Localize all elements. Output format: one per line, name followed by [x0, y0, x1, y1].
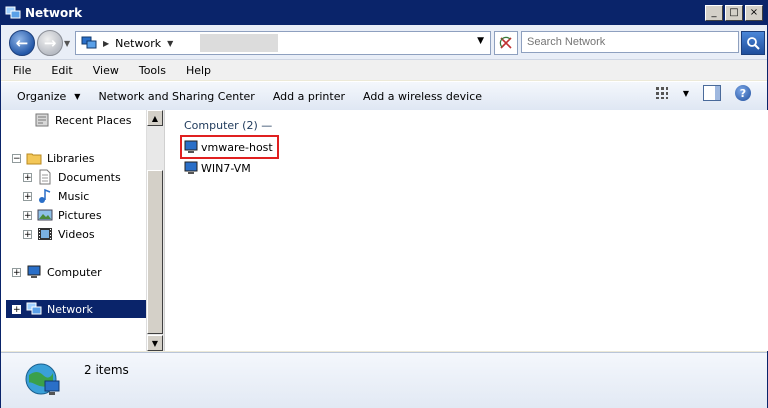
tree-item-libraries[interactable]: − Libraries	[12, 149, 95, 167]
tree-label: Documents	[58, 170, 121, 184]
tree-label: Recent Places	[55, 113, 132, 127]
computer-icon	[184, 161, 198, 174]
add-printer-button[interactable]: Add a printer	[264, 90, 354, 103]
tree-item-pictures[interactable]: + Pictures	[23, 206, 102, 224]
expand-icon[interactable]: +	[12, 267, 21, 277]
network-icon	[81, 36, 97, 49]
network-icon	[5, 6, 21, 19]
scroll-down-icon[interactable]: ▼	[147, 335, 163, 351]
pictures-icon	[37, 209, 53, 221]
tree-item-recent-places[interactable]: Recent Places	[34, 111, 132, 129]
tree-label: Pictures	[58, 208, 102, 222]
navigation-pane: Recent Places − Libraries + Documents + …	[1, 110, 146, 351]
videos-icon	[38, 228, 52, 240]
breadcrumb-network[interactable]: Network	[115, 37, 161, 50]
computer-icon	[27, 265, 41, 278]
list-item-win7-vm[interactable]: WIN7-VM	[183, 159, 251, 177]
organize-label: Organize	[17, 89, 67, 103]
recent-places-icon	[35, 113, 49, 127]
expand-icon[interactable]: +	[23, 210, 32, 220]
address-empty-area[interactable]	[200, 34, 278, 52]
expand-icon[interactable]: +	[23, 229, 32, 239]
help-icon[interactable]: ?	[735, 85, 751, 101]
computer-icon	[184, 140, 198, 153]
search-icon	[747, 37, 760, 50]
expand-icon[interactable]: +	[12, 304, 21, 314]
tree-item-documents[interactable]: + Documents	[23, 168, 121, 186]
music-icon	[39, 188, 51, 203]
tree-label: Libraries	[47, 151, 95, 165]
menu-help[interactable]: Help	[174, 64, 219, 77]
tree-label: Computer	[47, 265, 102, 279]
search-input[interactable]	[521, 31, 739, 53]
documents-icon	[39, 169, 51, 185]
breadcrumb-separator-icon[interactable]: ▶	[103, 39, 109, 48]
tree-item-music[interactable]: + Music	[23, 187, 89, 205]
item-label: WIN7-VM	[201, 161, 251, 175]
address-bar[interactable]: ▶ Network ▼ ▼	[75, 31, 491, 55]
menu-view[interactable]: View	[81, 64, 127, 77]
scroll-up-icon[interactable]: ▲	[147, 110, 163, 126]
tree-item-computer[interactable]: + Computer	[12, 263, 102, 281]
explorer-window: Network _ □ × ← → ▼ ▶ Network ▼ ▼ Search…	[0, 0, 768, 408]
network-icon	[26, 302, 42, 315]
group-header-computer[interactable]: Computer (2) —	[184, 119, 272, 132]
address-row: ← → ▼ ▶ Network ▼ ▼	[1, 25, 767, 60]
list-item-vmware-host[interactable]: vmware-host	[180, 135, 279, 159]
scroll-thumb[interactable]	[147, 170, 163, 334]
recent-pages-dropdown-icon[interactable]: ▼	[64, 39, 70, 48]
collapse-icon[interactable]: −	[12, 153, 21, 163]
details-pane: 2 items	[1, 352, 767, 408]
preview-pane-icon[interactable]	[703, 85, 721, 101]
back-arrow-icon: ←	[15, 34, 29, 52]
breadcrumb-separator-icon[interactable]: ▼	[167, 39, 173, 48]
menu-file[interactable]: File	[1, 64, 39, 77]
content-pane: Computer (2) — vmware-host WIN7-VM	[164, 110, 768, 351]
expand-icon[interactable]: +	[23, 191, 32, 201]
forward-arrow-icon: →	[43, 34, 57, 52]
organize-button[interactable]: Organize ▼	[1, 90, 89, 103]
refresh-button[interactable]	[494, 31, 518, 55]
nav-scrollbar[interactable]: ▲ ▼	[146, 110, 164, 351]
network-sharing-center-button[interactable]: Network and Sharing Center	[89, 90, 263, 103]
back-button[interactable]: ←	[9, 30, 35, 56]
chevron-down-icon: ▼	[74, 91, 81, 101]
address-dropdown-icon[interactable]: ▼	[477, 36, 484, 46]
tree-label: Music	[58, 189, 90, 203]
search-button[interactable]	[741, 31, 765, 55]
add-wireless-device-button[interactable]: Add a wireless device	[354, 90, 491, 103]
tree-item-videos[interactable]: + Videos	[23, 225, 95, 243]
forward-button[interactable]: →	[37, 30, 63, 56]
views-dropdown-icon[interactable]: ▼	[683, 89, 689, 98]
refresh-icon	[499, 36, 512, 49]
tree-label: Videos	[58, 227, 95, 241]
expand-icon[interactable]: +	[23, 172, 32, 182]
tree-item-network[interactable]: + Network	[6, 300, 146, 318]
network-globe-icon	[25, 363, 60, 395]
window-title: Network	[25, 6, 83, 20]
item-count: 2 items	[84, 363, 129, 377]
title-bar[interactable]: Network _ □ ×	[1, 1, 767, 25]
command-bar: Organize ▼ Network and Sharing Center Ad…	[1, 81, 767, 111]
libraries-icon	[26, 153, 42, 165]
item-label: vmware-host	[201, 140, 273, 154]
maximize-button[interactable]: □	[725, 5, 743, 21]
close-button[interactable]: ×	[745, 5, 763, 21]
menu-edit[interactable]: Edit	[39, 64, 80, 77]
minimize-button[interactable]: _	[705, 5, 723, 21]
change-view-icon[interactable]	[655, 86, 669, 100]
menu-bar: File Edit View Tools Help	[1, 60, 767, 80]
tree-label: Network	[47, 302, 93, 316]
menu-tools[interactable]: Tools	[127, 64, 174, 77]
